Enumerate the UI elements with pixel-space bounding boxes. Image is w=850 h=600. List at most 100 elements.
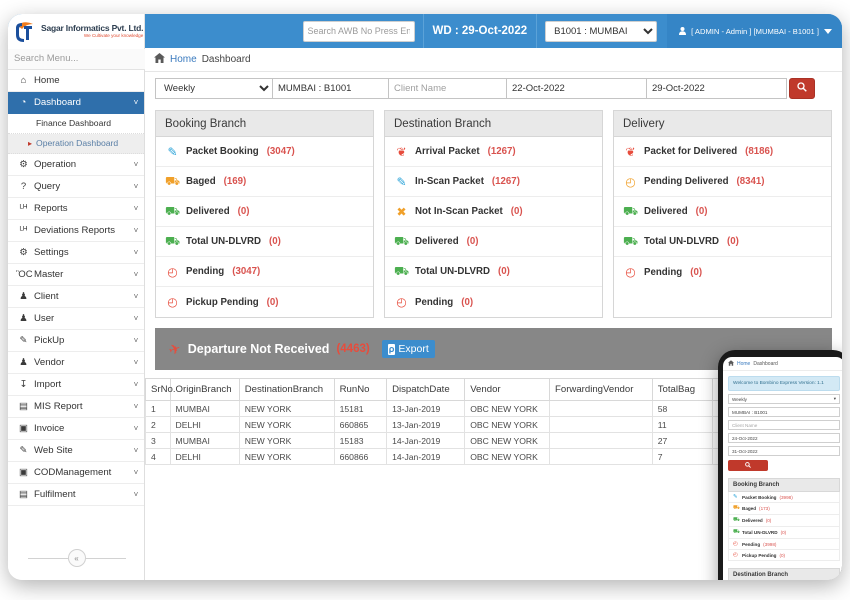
table-column-header[interactable]: DestinationBranch <box>238 378 335 401</box>
user-menu[interactable]: [ ADMIN - Admin ] [MUMBAI - B1001 ] <box>667 14 842 48</box>
table-column-header[interactable]: Vendor <box>464 378 551 401</box>
mobile-preview-device: Home Dashboard Welcome to Bombino Expres… <box>718 350 842 580</box>
mobile-card-row-pickup-pending[interactable]: ◴ Pickup Pending (0) <box>728 550 840 561</box>
card-row-baged[interactable]: ⛟ Baged (169) <box>156 167 373 197</box>
mobile-search-button[interactable] <box>728 460 768 471</box>
sidebar-subitem-finance-dashboard[interactable]: Finance Dashboard <box>8 114 144 134</box>
card-row-pickup-pending[interactable]: ◴ Pickup Pending (0) <box>156 287 373 317</box>
sidebar-item-codmanagement[interactable]: ▣ CODManagement ˅ <box>8 462 144 484</box>
working-date-label: WD : 29-Oct-2022 <box>422 14 538 48</box>
home-icon <box>728 359 734 368</box>
card-row-not-in-scan-packet[interactable]: ✖ Not In-Scan Packet (0) <box>385 197 602 227</box>
company-logo[interactable]: Sagar Informatics Pvt. Ltd. We Cultivate… <box>8 14 145 48</box>
card-row-pending[interactable]: ◴ Pending (3047) <box>156 257 373 287</box>
card-row-label: Baged <box>186 176 216 187</box>
card-booking-branch: Booking Branch ✎ Packet Booking (3047) ⛟ Bage… <box>155 110 374 318</box>
sidebar-item-home[interactable]: ⌂ Home <box>8 70 144 92</box>
table-column-header[interactable]: DispatchDate <box>386 378 466 401</box>
card-row-packet-for-delivered[interactable]: ❦ Packet for Delivered (8186) <box>614 137 831 167</box>
table-cell: 13-Jan-2019 <box>386 416 466 433</box>
mobile-card-row-delivered[interactable]: ⛟ Delivered (0) <box>728 515 840 527</box>
sidebar-item-mis-report[interactable]: ▤ MIS Report ˅ <box>8 396 144 418</box>
mobile-branch-input[interactable]: MUMBAI : B1001 <box>728 407 840 417</box>
sidebar-item-user[interactable]: ♟ User ˅ <box>8 308 144 330</box>
mobile-card-row-packet-booking[interactable]: ✎ Packet Booking (3998) <box>728 492 840 503</box>
mobile-to-date-input[interactable]: 31-Oct-2022 <box>728 446 840 456</box>
table-column-header[interactable]: RunNo <box>333 378 388 401</box>
home-icon: ⌂ <box>20 74 27 86</box>
home-icon <box>154 53 165 66</box>
sidebar-subitem-operation-dashboard[interactable]: ▸ Operation Dashboard <box>8 133 144 154</box>
chevron-down-icon: ˅ <box>133 97 139 107</box>
sidebar-item-settings[interactable]: ⚙ Settings ˅ <box>8 242 144 264</box>
card-row-count: (0) <box>497 266 510 277</box>
table-cell: NEW YORK <box>238 432 335 449</box>
table-column-header[interactable]: OriginBranch <box>169 378 240 401</box>
company-tagline: We Cultivate your knowledge <box>83 32 144 38</box>
card-row-arrival-packet[interactable]: ❦ Arrival Packet (1267) <box>385 137 602 167</box>
sidebar-item-import[interactable]: ↧ Import ˅ <box>8 374 144 396</box>
card-row-label: Pending Delivered <box>644 176 729 187</box>
period-select[interactable]: Weekly <box>155 77 273 99</box>
table-cell: 4 <box>145 448 171 465</box>
sidebar-item-vendor[interactable]: ♟ Vendor ˅ <box>8 352 144 374</box>
search-menu-input[interactable] <box>8 48 145 70</box>
sidebar-item-deviations-reports[interactable]: ᴸᴴ Deviations Reports ˅ <box>8 220 144 242</box>
dashboard-cards: Booking Branch ✎ Packet Booking (3047) ⛟ Bage… <box>145 104 842 318</box>
card-row-total-un-dlvrd[interactable]: ⛟ Total UN-DLVRD (0) <box>156 227 373 257</box>
sidebar-item-dashboard[interactable]: ◔ Dashboard ˅ <box>8 91 144 114</box>
sidebar-item-client[interactable]: ♟ Client ˅ <box>8 286 144 308</box>
card-row-total-un-dlvrd[interactable]: ⛟ Total UN-DLVRD (0) <box>385 257 602 287</box>
card-row-delivered[interactable]: ⛟ Delivered (0) <box>385 227 602 257</box>
export-button[interactable]: 𝛒 Export <box>381 340 435 358</box>
status-icon: ◴ <box>733 552 738 558</box>
sidebar-item-operation[interactable]: ⚙ Operation ˅ <box>8 154 144 176</box>
card-row-total-un-dlvrd[interactable]: ⛟ Total UN-DLVRD (0) <box>614 227 831 257</box>
sidebar-collapse-control[interactable]: « <box>8 549 145 567</box>
mobile-client-input[interactable]: Client Name <box>728 420 840 430</box>
card-row-delivered[interactable]: ⛟ Delivered (0) <box>614 197 831 227</box>
mobile-card-row-pending[interactable]: ◴ Pending (3998) <box>728 539 840 550</box>
sidebar-item-label: PickUp <box>34 334 65 346</box>
card-row-pending-delivered[interactable]: ◴ Pending Delivered (8341) <box>614 167 831 197</box>
sidebar-item-web-site[interactable]: ✎ Web Site ˅ <box>8 440 144 462</box>
card-row-delivered[interactable]: ⛟ Delivered (0) <box>156 197 373 227</box>
sidebar-item-reports[interactable]: ᴸᴴ Reports ˅ <box>8 198 144 220</box>
sidebar-item-query[interactable]: ? Query ˅ <box>8 176 144 198</box>
mobile-card-row-baged[interactable]: ⛟ Baged (173) <box>728 503 840 515</box>
sidebar-item-master[interactable]: ὋC Master ˅ <box>8 264 144 286</box>
table-column-header[interactable]: TotalBag <box>651 378 713 401</box>
table-column-header[interactable]: ForwardingVendor <box>549 378 653 401</box>
branch-filter-input[interactable] <box>273 77 389 99</box>
card-row-packet-booking[interactable]: ✎ Packet Booking (3047) <box>156 137 373 167</box>
mobile-card-row-count: (0) <box>765 518 772 523</box>
card-row-pending[interactable]: ◴ Pending (0) <box>614 257 831 287</box>
card-row-pending[interactable]: ◴ Pending (0) <box>385 287 602 317</box>
sidebar-item-pickup[interactable]: ✎ PickUp ˅ <box>8 330 144 352</box>
card-row-in-scan-packet[interactable]: ✎ In-Scan Packet (1267) <box>385 167 602 197</box>
mobile-from-date-input[interactable]: 24-Oct-2022 <box>728 433 840 443</box>
sidebar-item-invoice[interactable]: ▣ Invoice ˅ <box>8 418 144 440</box>
from-date-input[interactable] <box>507 77 647 99</box>
card-row-label: Pending <box>186 266 225 277</box>
status-icon: ⛟ <box>733 529 740 535</box>
to-date-input[interactable] <box>647 77 787 99</box>
sidebar-item-fulfilment[interactable]: ▤ Fulfilment ˅ <box>8 484 144 506</box>
chevron-double-left-icon[interactable]: « <box>67 549 86 567</box>
breadcrumb-home-link[interactable]: Home <box>170 54 197 65</box>
question-icon: ? <box>20 180 27 192</box>
client-name-input[interactable] <box>389 77 507 99</box>
table-cell <box>549 448 653 465</box>
branch-select[interactable]: B1001 : MUMBAI <box>545 20 658 42</box>
search-button[interactable] <box>789 77 815 99</box>
mobile-breadcrumb-home[interactable]: Home <box>737 361 750 367</box>
table-column-header[interactable]: SrNo. <box>145 378 176 401</box>
search-awb-input[interactable] <box>302 20 415 42</box>
table-cell: MUMBAI <box>169 432 240 449</box>
table-cell: 14-Jan-2019 <box>386 448 466 465</box>
card-row-label: Pending <box>415 296 454 308</box>
sidebar-item-label: Fulfilment <box>34 488 76 500</box>
mobile-card-row-total-un-dlvrd[interactable]: ⛟ Total UN-DLVRD (0) <box>728 527 840 539</box>
mobile-period-select[interactable]: Weekly ▾ <box>728 394 840 404</box>
sidebar-item-label: Operation <box>34 158 77 170</box>
